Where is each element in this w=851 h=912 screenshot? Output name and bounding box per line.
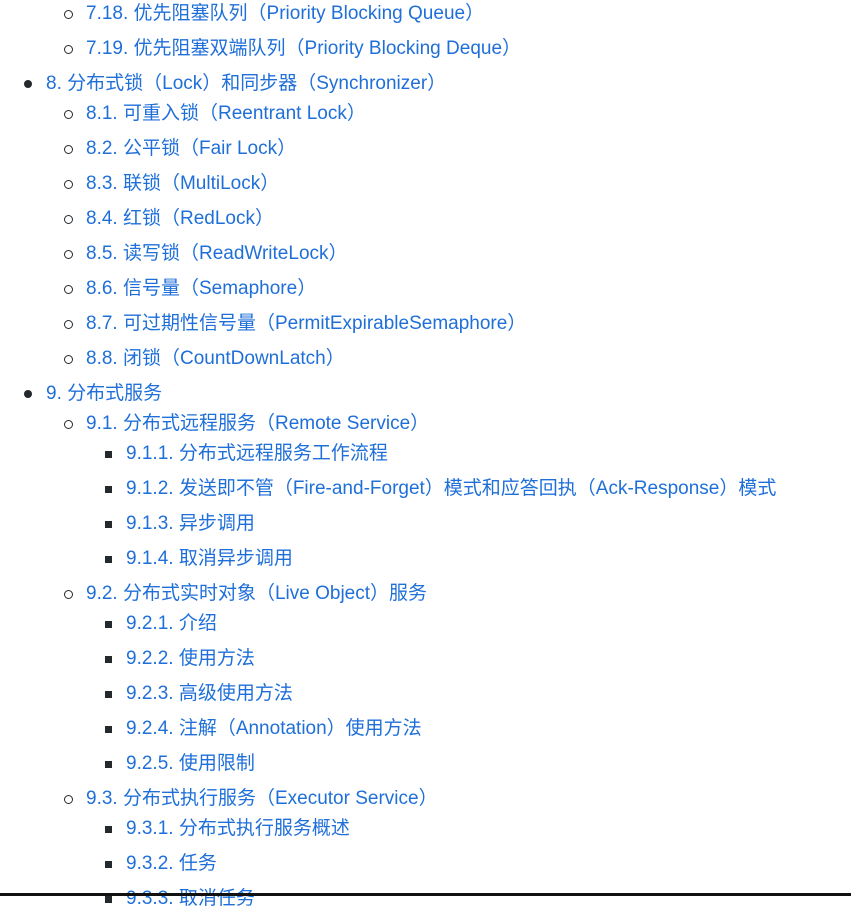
toc-link[interactable]: 8.8. 闭锁（CountDownLatch） bbox=[86, 346, 345, 372]
toc-link[interactable]: 7.18. 优先阻塞队列（Priority Blocking Queue） bbox=[86, 1, 484, 27]
toc-link[interactable]: 9.1. 分布式远程服务（Remote Service） bbox=[86, 411, 429, 437]
toc-link[interactable]: 8.5. 读写锁（ReadWriteLock） bbox=[86, 241, 348, 267]
circle-bullet-icon bbox=[64, 215, 73, 224]
toc-link[interactable]: 8.4. 红锁（RedLock） bbox=[86, 206, 274, 232]
toc-link[interactable]: 8.3. 联锁（MultiLock） bbox=[86, 171, 279, 197]
disc-bullet-icon bbox=[24, 80, 32, 88]
circle-bullet-icon bbox=[64, 45, 73, 54]
square-bullet-icon bbox=[105, 761, 112, 768]
toc-link[interactable]: 9.2.3. 高级使用方法 bbox=[126, 681, 293, 707]
toc-link[interactable]: 9.3.2. 任务 bbox=[126, 851, 217, 877]
square-bullet-icon bbox=[105, 486, 112, 493]
toc-link[interactable]: 9. 分布式服务 bbox=[46, 381, 162, 407]
square-bullet-icon bbox=[105, 726, 112, 733]
toc-link[interactable]: 9.2.5. 使用限制 bbox=[126, 751, 255, 777]
toc-link[interactable]: 9.1.1. 分布式远程服务工作流程 bbox=[126, 441, 388, 467]
square-bullet-icon bbox=[105, 521, 112, 528]
toc-link[interactable]: 9.1.2. 发送即不管（Fire-and-Forget）模式和应答回执（Ack… bbox=[126, 476, 776, 502]
toc-link[interactable]: 8.2. 公平锁（Fair Lock） bbox=[86, 136, 296, 162]
square-bullet-icon bbox=[105, 861, 112, 868]
circle-bullet-icon bbox=[64, 355, 73, 364]
square-bullet-icon bbox=[105, 896, 112, 903]
circle-bullet-icon bbox=[64, 795, 73, 804]
circle-bullet-icon bbox=[64, 110, 73, 119]
square-bullet-icon bbox=[105, 621, 112, 628]
circle-bullet-icon bbox=[64, 590, 73, 599]
circle-bullet-icon bbox=[64, 250, 73, 259]
toc-link[interactable]: 9.2.4. 注解（Annotation）使用方法 bbox=[126, 716, 422, 742]
disc-bullet-icon bbox=[24, 390, 32, 398]
toc-link[interactable]: 9.3. 分布式执行服务（Executor Service） bbox=[86, 786, 438, 812]
toc-link[interactable]: 9.3.1. 分布式执行服务概述 bbox=[126, 816, 350, 842]
toc-link[interactable]: 9.2. 分布式实时对象（Live Object）服务 bbox=[86, 581, 427, 607]
square-bullet-icon bbox=[105, 656, 112, 663]
toc-link[interactable]: 9.2.2. 使用方法 bbox=[126, 646, 255, 672]
square-bullet-icon bbox=[105, 556, 112, 563]
toc-link[interactable]: 9.1.3. 异步调用 bbox=[126, 511, 255, 537]
toc-link[interactable]: 8.1. 可重入锁（Reentrant Lock） bbox=[86, 101, 366, 127]
circle-bullet-icon bbox=[64, 180, 73, 189]
toc-link[interactable]: 9.2.1. 介绍 bbox=[126, 611, 217, 637]
toc-link[interactable]: 9.1.4. 取消异步调用 bbox=[126, 546, 293, 572]
toc-link[interactable]: 7.19. 优先阻塞双端队列（Priority Blocking Deque） bbox=[86, 36, 521, 62]
toc-link[interactable]: 8.6. 信号量（Semaphore） bbox=[86, 276, 316, 302]
square-bullet-icon bbox=[105, 826, 112, 833]
circle-bullet-icon bbox=[64, 10, 73, 19]
square-bullet-icon bbox=[105, 691, 112, 698]
circle-bullet-icon bbox=[64, 285, 73, 294]
toc-link[interactable]: 9.3.3. 取消任务 bbox=[126, 886, 255, 912]
toc-link[interactable]: 8. 分布式锁（Lock）和同步器（Synchronizer） bbox=[46, 71, 446, 97]
toc-link[interactable]: 8.7. 可过期性信号量（PermitExpirableSemaphore） bbox=[86, 311, 526, 337]
circle-bullet-icon bbox=[64, 145, 73, 154]
circle-bullet-icon bbox=[64, 420, 73, 429]
circle-bullet-icon bbox=[64, 320, 73, 329]
square-bullet-icon bbox=[105, 451, 112, 458]
